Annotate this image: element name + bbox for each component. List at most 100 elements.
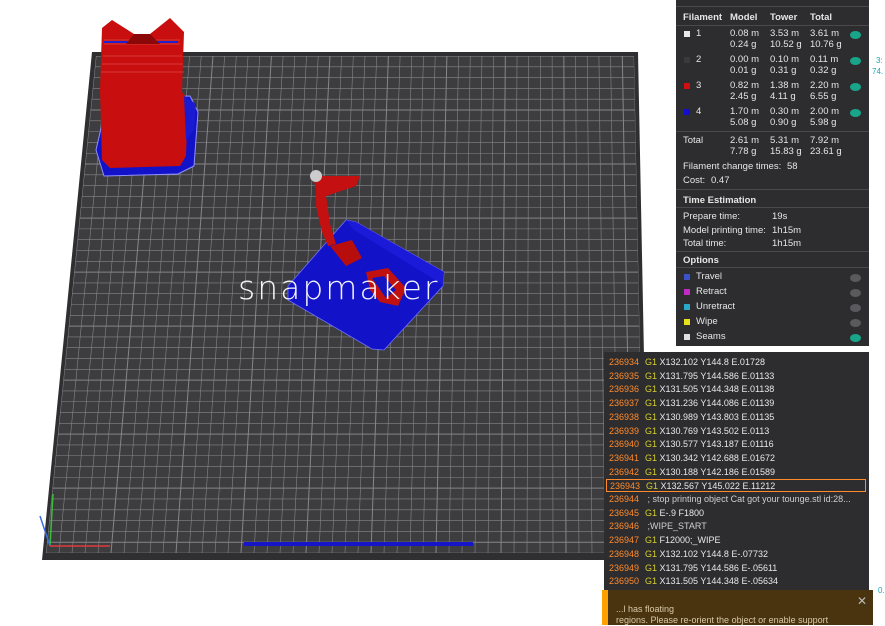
gcode-line[interactable]: 236941G1 X130.342 Y142.688 E.01672	[606, 452, 866, 465]
gcode-arguments: ; stop printing object Cat got your toun…	[648, 494, 851, 504]
model-time-value: 1h15m	[772, 225, 801, 236]
eye-icon[interactable]	[850, 274, 861, 282]
option-color-swatch	[684, 289, 690, 295]
total-total-g: 23.61 g	[810, 146, 842, 157]
gcode-line[interactable]: 236946 ;WIPE_START	[606, 520, 866, 533]
prime-tower-object[interactable]	[96, 18, 198, 176]
option-label: Retract	[696, 286, 727, 297]
gcode-line[interactable]: 236937G1 X131.236 Y144.086 E.01139	[606, 397, 866, 410]
filament-model-g: 5.08 g	[730, 117, 756, 128]
total-total-m: 7.92 m	[810, 135, 839, 146]
filament-total-g: 0.32 g	[810, 65, 836, 76]
eye-icon[interactable]	[850, 31, 861, 39]
gcode-arguments: X131.505 Y144.348 E-.05634	[660, 576, 778, 586]
gcode-arguments: X131.236 Y144.086 E.01139	[660, 398, 775, 408]
option-label: Travel	[696, 271, 722, 282]
panel-divider	[676, 189, 869, 190]
total-model-g: 7.78 g	[730, 146, 756, 157]
gcode-line[interactable]: 236940G1 X130.577 Y143.187 E.01116	[606, 438, 866, 451]
gcode-command: G1	[645, 439, 657, 449]
total-model-m: 2.61 m	[730, 135, 759, 146]
gcode-command: G1	[645, 563, 657, 573]
gcode-command: G1	[645, 576, 657, 586]
warning-notification: ...l has floating regions. Please re-ori…	[602, 590, 873, 625]
option-color-swatch	[684, 319, 690, 325]
eye-icon[interactable]	[850, 289, 861, 297]
eye-icon[interactable]	[850, 334, 861, 342]
bed-brand-logo: snapmaker	[238, 268, 439, 307]
prepare-time-value: 19s	[772, 211, 787, 222]
gcode-line[interactable]: 236936G1 X131.505 Y144.348 E.01138	[606, 383, 866, 396]
panel-divider	[676, 267, 869, 268]
gcode-command: G1	[645, 453, 657, 463]
gcode-line[interactable]: 236949G1 X131.795 Y144.586 E-.05611	[606, 562, 866, 575]
tower-col-header: Tower	[770, 12, 797, 23]
eye-icon[interactable]	[850, 57, 861, 65]
gcode-arguments: X131.795 Y144.586 E-.05611	[660, 563, 778, 573]
gcode-arguments: X132.102 Y144.8 E.01728	[660, 357, 765, 367]
gcode-line-number: 236948	[606, 548, 645, 561]
gcode-line-number: 236950	[606, 575, 645, 588]
total-time-label: Total time:	[683, 238, 726, 249]
gcode-command: G1	[645, 384, 657, 394]
edge-readout-3: 0.	[878, 586, 885, 595]
gcode-line[interactable]: 236934G1 X132.102 Y144.8 E.01728	[606, 356, 866, 369]
gcode-command: G1	[645, 535, 657, 545]
gcode-line-number: 236942	[606, 466, 645, 479]
gcode-line-number: 236949	[606, 562, 645, 575]
gcode-line[interactable]: 236942G1 X130.188 Y142.186 E.01589	[606, 466, 866, 479]
option-color-swatch	[684, 274, 690, 280]
gcode-line-number: 236946	[606, 520, 645, 533]
filament-tower-m: 3.53 m	[770, 28, 799, 39]
gcode-line[interactable]: 236950G1 X131.505 Y144.348 E-.05634	[606, 575, 866, 588]
gcode-line[interactable]: 236939G1 X130.769 Y143.502 E.0113	[606, 425, 866, 438]
filament-tower-m: 1.38 m	[770, 80, 799, 91]
gcode-viewer[interactable]: 236934G1 X132.102 Y144.8 E.01728236935G1…	[604, 352, 869, 625]
gcode-line[interactable]: 236935G1 X131.795 Y144.586 E.01133	[606, 370, 866, 383]
gcode-arguments: X130.342 Y142.688 E.01672	[660, 453, 775, 463]
filament-tower-g: 4.11 g	[770, 91, 796, 102]
gcode-line[interactable]: 236947G1 F12000;_WIPE	[606, 534, 866, 547]
time-estimation-title: Time Estimation	[683, 195, 756, 206]
gcode-line-number: 236939	[606, 425, 645, 438]
filament-model-m: 0.08 m	[730, 28, 759, 39]
filament-tower-g: 10.52 g	[770, 39, 802, 50]
gcode-line[interactable]: 236945G1 E-.9 F1800	[606, 507, 866, 520]
gcode-line-number: 236944	[606, 493, 645, 506]
filament-total-m: 2.00 m	[810, 106, 839, 117]
filament-change-value: 58	[787, 161, 798, 172]
eye-icon[interactable]	[850, 319, 861, 327]
filament-total-g: 10.76 g	[810, 39, 842, 50]
panel-divider	[676, 25, 869, 26]
gcode-arguments: X130.188 Y142.186 E.01589	[660, 467, 775, 477]
gcode-command: G1	[645, 467, 657, 477]
filament-total-m: 2.20 m	[810, 80, 839, 91]
option-color-swatch	[684, 334, 690, 340]
eye-icon[interactable]	[850, 109, 861, 117]
gcode-arguments: X131.505 Y144.348 E.01138	[660, 384, 775, 394]
edge-readout-1: 3:	[876, 56, 883, 65]
close-icon[interactable]: ✕	[857, 594, 867, 608]
gcode-line[interactable]: 236948G1 X132.102 Y144.8 E-.07732	[606, 548, 866, 561]
filament-id: 4	[696, 106, 701, 117]
gcode-line-number: 236935	[606, 370, 645, 383]
eye-icon[interactable]	[850, 304, 861, 312]
cost-value: 0.47	[711, 175, 730, 186]
panel-divider	[676, 6, 869, 7]
filament-total-g: 5.98 g	[810, 117, 836, 128]
model-col-header: Model	[730, 12, 757, 23]
filament-total-m: 3.61 m	[810, 28, 839, 39]
gcode-line-number: 236938	[606, 411, 645, 424]
gcode-arguments: X131.795 Y144.586 E.01133	[660, 371, 775, 381]
gcode-line-current[interactable]: 236943G1 X132.567 Y145.022 E.11212	[606, 479, 866, 492]
option-color-swatch	[684, 304, 690, 310]
eye-icon[interactable]	[850, 83, 861, 91]
filament-color-swatch	[684, 83, 690, 89]
gcode-line[interactable]: 236938G1 X130.989 Y143.803 E.01135	[606, 411, 866, 424]
gcode-arguments: ;WIPE_START	[648, 521, 707, 531]
gcode-arguments: X130.989 Y143.803 E.01135	[660, 412, 775, 422]
gcode-command: G1	[645, 549, 657, 559]
filament-model-g: 0.01 g	[730, 65, 756, 76]
filament-model-m: 0.82 m	[730, 80, 759, 91]
gcode-line[interactable]: 236944 ; stop printing object Cat got yo…	[606, 493, 866, 506]
